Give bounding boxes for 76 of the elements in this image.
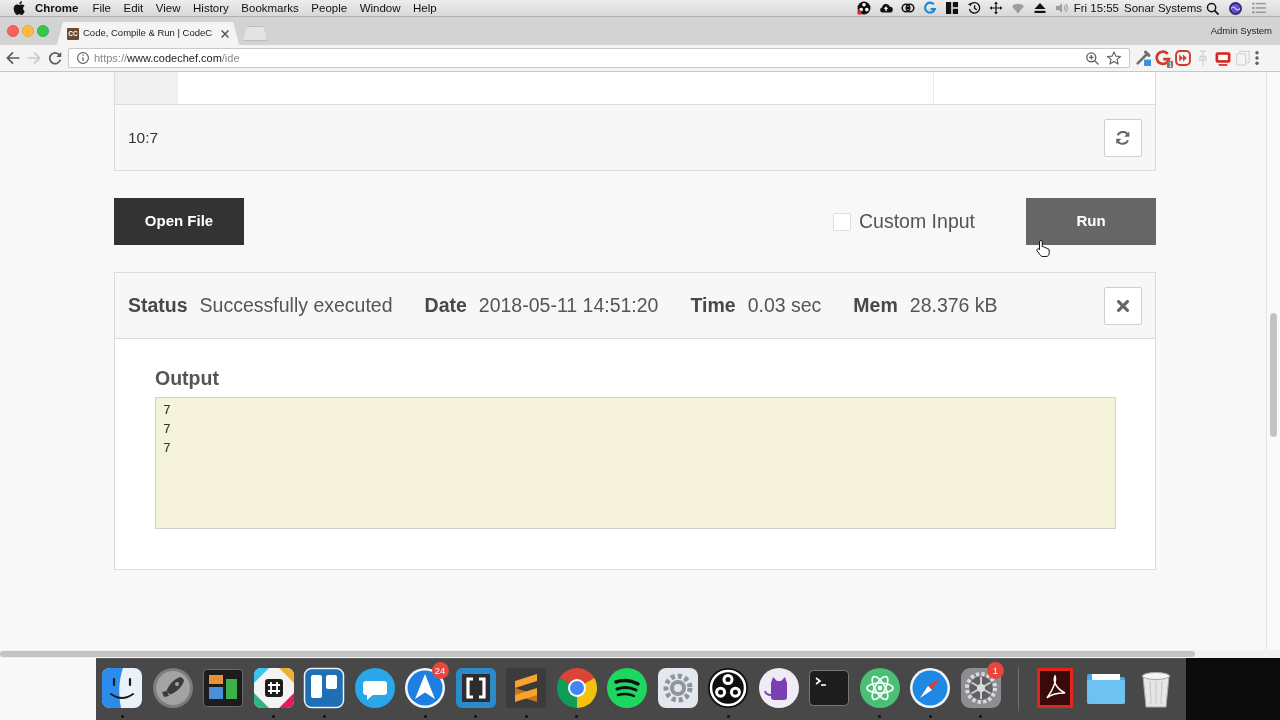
result-field-label: Time [690,292,736,318]
reload-icon[interactable] [48,51,62,65]
info-icon[interactable] [77,52,89,64]
menu-item[interactable]: Bookmarks [241,0,299,16]
result-field-value: 2018-05-11 14:51:20 [478,292,659,318]
eyedropper-icon[interactable] [1135,50,1151,66]
menu-item[interactable]: Window [359,0,401,16]
hash-tile-icon[interactable] [251,666,296,710]
search-icon[interactable] [1206,1,1219,15]
menu-item[interactable]: Help [413,0,437,16]
linked-rings-icon[interactable] [900,1,915,15]
arc-icon[interactable] [1155,50,1171,66]
run-button[interactable]: Run [1026,198,1156,245]
arc-icon[interactable] [922,1,937,15]
output-heading: Output [155,367,220,389]
monitor-icon[interactable] [1215,50,1231,66]
disc-icon[interactable] [856,1,871,15]
refresh-button[interactable] [1104,118,1142,157]
star-icon[interactable] [1107,51,1121,65]
result-field-label: Mem [853,292,898,318]
eject-icon[interactable] [1032,1,1047,15]
zoom-in-icon[interactable] [1086,51,1099,65]
paper-plane-icon[interactable] [403,666,448,710]
sound-waves-icon[interactable] [605,666,650,710]
panels-icon[interactable] [201,666,246,710]
menu-item[interactable]: View [155,0,181,16]
horizontal-scrollbar[interactable] [0,650,1280,658]
fast-forward-icon[interactable] [1175,50,1191,66]
open-file-button[interactable]: Open File [114,198,244,245]
blocks-icon[interactable] [944,1,959,15]
custom-input-label[interactable]: Custom Input [859,206,975,237]
orb-icon[interactable] [1229,1,1242,15]
gear-icon[interactable] [958,666,1003,710]
cursor-position: 10:7 [128,127,159,148]
close-icon [1117,299,1129,312]
result-field-label: Status [128,292,188,318]
menu-item[interactable]: Edit [123,0,144,16]
refresh-icon [1116,130,1130,145]
user-name[interactable]: Sonar Systems [1124,0,1202,16]
result-field-value: 0.03 sec [747,292,822,318]
app-menu[interactable]: Chrome [35,0,79,16]
segmented-circle-icon[interactable] [554,666,599,710]
result-field-label: Date [424,292,467,318]
rocket-icon[interactable] [150,666,195,710]
history-icon[interactable] [966,1,981,15]
stripes-tile-icon[interactable] [504,666,549,710]
cat-icon[interactable] [756,666,801,710]
gear-tile-icon[interactable] [655,666,700,710]
hand-pointer-icon [1036,240,1050,257]
three-circles-disc-icon[interactable] [706,666,751,710]
apple-icon[interactable] [13,1,25,15]
smiling-face-tile-icon[interactable] [100,666,145,710]
menu-item[interactable]: People [311,0,348,16]
custom-input-checkbox[interactable] [833,212,851,231]
result-field-value: 28.376 kB [909,292,998,318]
compass-icon[interactable] [908,666,953,710]
menu-item[interactable]: History [193,0,229,16]
menu-item[interactable]: File [92,0,111,16]
more-icon[interactable] [1255,51,1259,65]
cloud-upload-icon[interactable] [878,1,893,15]
menu-bar-clock[interactable]: Fri 15:55 [1073,0,1119,16]
profile-name[interactable]: Admin System [1210,23,1272,39]
vertical-scrollbar[interactable] [1266,72,1280,650]
output-area: 7 7 7 [155,397,1116,529]
close-button[interactable] [1104,286,1142,325]
move-arrows-icon[interactable] [988,1,1003,15]
back-arrow-icon[interactable] [6,51,20,65]
result-field-value: Successfully executed [199,292,393,318]
columns-tile-icon[interactable] [302,666,347,710]
url-text[interactable]: https://www.codechef.com/ide [94,49,240,67]
close-icon[interactable] [221,29,230,38]
atom-icon[interactable] [857,666,902,710]
address-bar[interactable]: https://www.codechef.com/ide [68,48,1130,68]
chat-bubble-icon[interactable] [352,666,397,710]
notification-badge: 1 [987,662,1004,679]
brackets-tile-icon[interactable] [453,666,498,710]
